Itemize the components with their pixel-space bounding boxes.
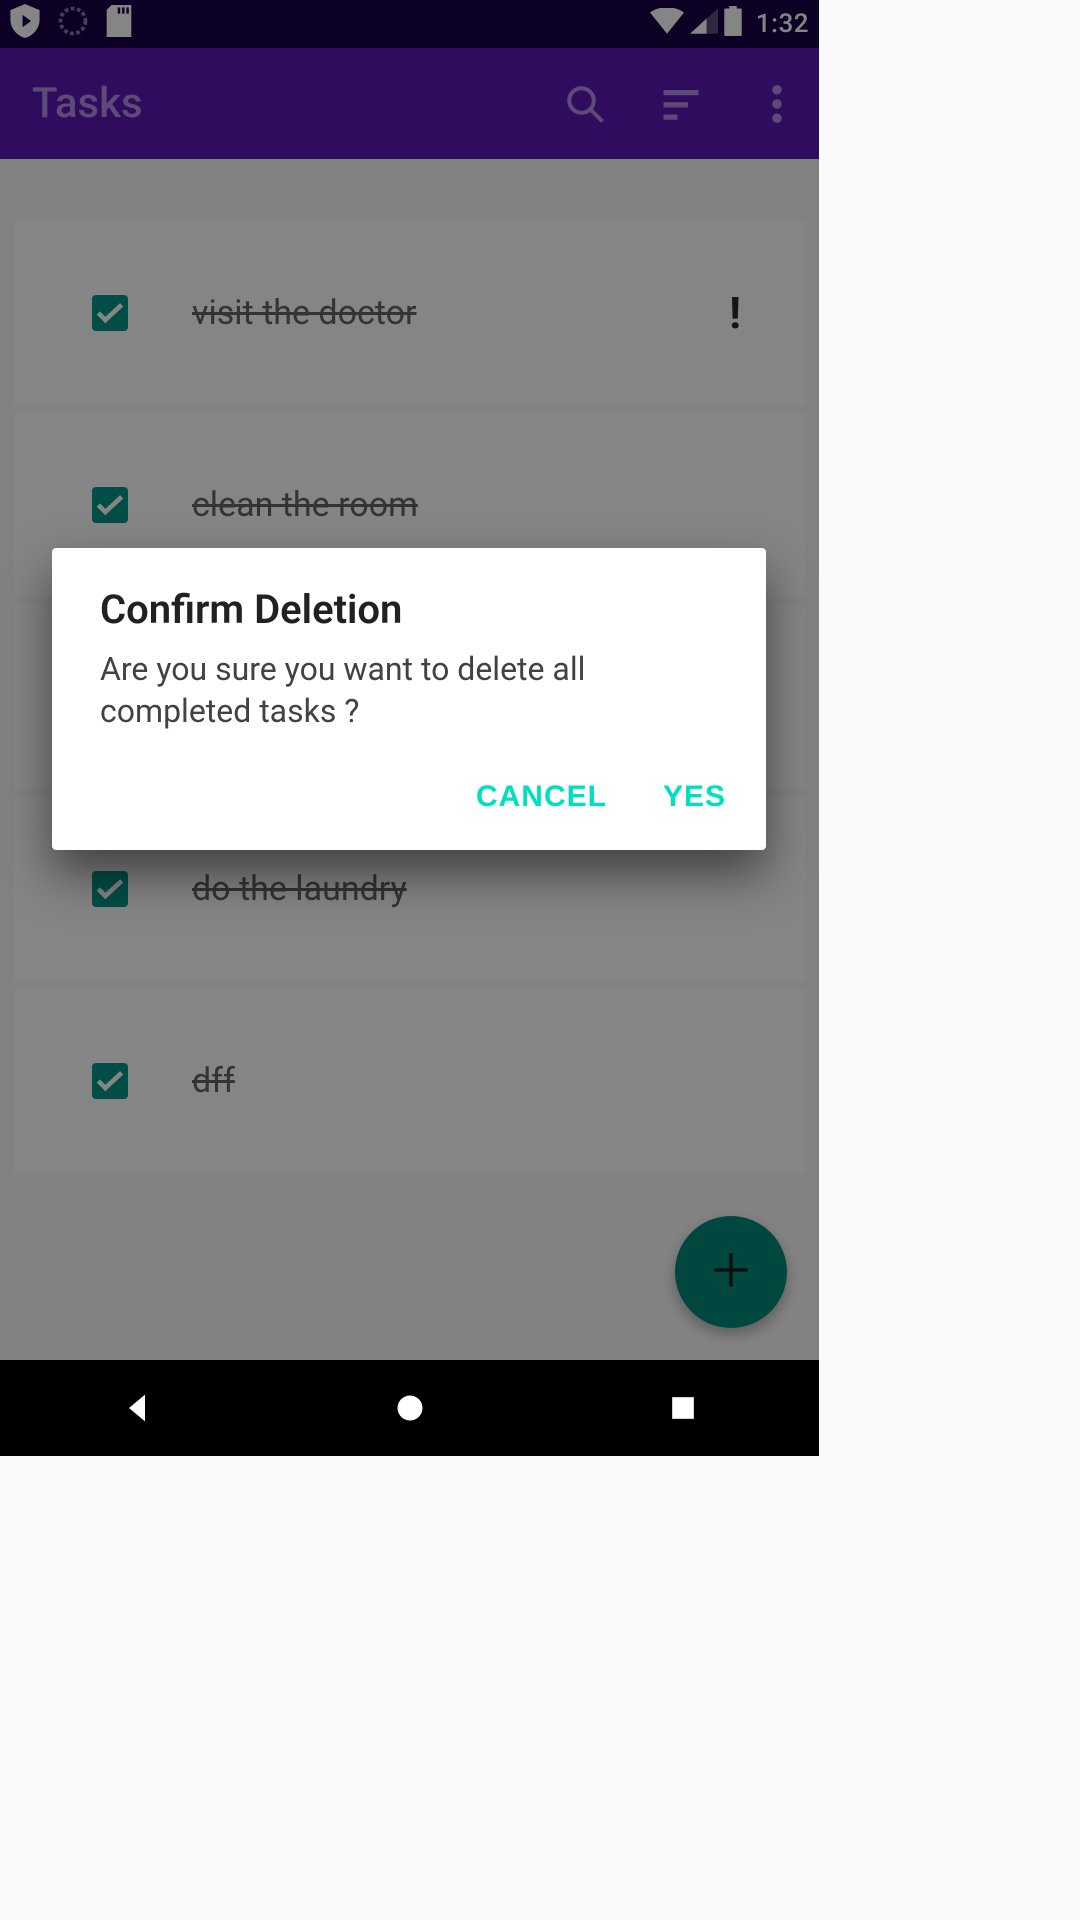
dialog-actions: CANCEL YES [52,744,766,832]
cancel-button[interactable]: CANCEL [476,780,607,814]
yes-button[interactable]: YES [663,780,726,814]
recents-button[interactable] [653,1378,713,1438]
modal-scrim[interactable]: Confirm Deletion Are you sure you want t… [0,0,819,1360]
confirm-deletion-dialog: Confirm Deletion Are you sure you want t… [52,548,766,850]
dialog-message: Are you sure you want to delete all comp… [52,641,766,744]
system-nav-bar [0,1360,819,1456]
dialog-title: Confirm Deletion [52,548,766,641]
home-button[interactable] [380,1378,440,1438]
back-button[interactable] [107,1378,167,1438]
